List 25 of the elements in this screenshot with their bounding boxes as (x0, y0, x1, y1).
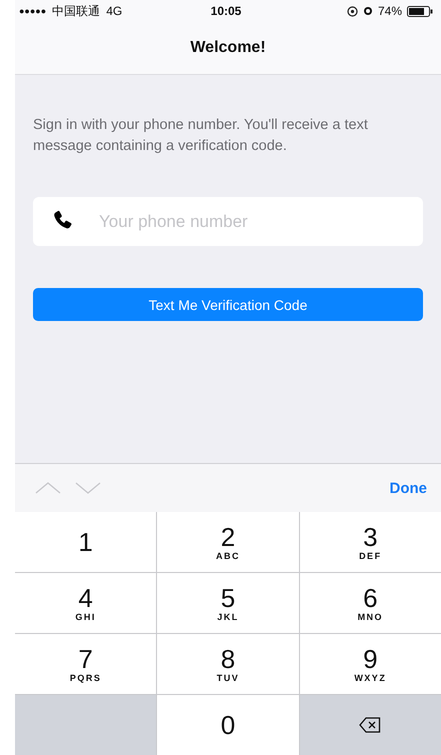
number-key[interactable]: 4 GHI (15, 573, 156, 633)
intro-text: Sign in with your phone number. You'll receive a text message containing a verification code. (33, 116, 369, 156)
next-field-icon[interactable] (75, 482, 101, 494)
previous-field-icon[interactable] (35, 482, 61, 494)
number-key[interactable]: 9 WXYZ (300, 634, 441, 694)
network-type: 4G (106, 4, 122, 18)
number-key[interactable]: 0 (157, 695, 299, 755)
number-key[interactable]: 2 ABC (157, 512, 299, 572)
delete-key[interactable] (300, 695, 441, 755)
battery-icon (407, 6, 434, 16)
carrier-name: 中国联通 (52, 2, 100, 20)
number-key[interactable]: 6 MNO (300, 573, 441, 633)
screen-title: Welcome! (190, 39, 266, 57)
text-verification-code-button[interactable]: Text Me Verification Code (33, 288, 423, 321)
clock-time: 10:05 (210, 4, 242, 18)
number-key[interactable]: 5 JKL (157, 573, 299, 633)
number-key[interactable]: 1 (15, 512, 156, 572)
number-key[interactable]: 7 PQRS (15, 634, 156, 694)
done-button[interactable]: Done (390, 480, 427, 496)
signal-dots: ●●●●● (19, 6, 46, 16)
phone-number-field[interactable]: Your phone number (33, 197, 423, 246)
number-key[interactable]: 8 TUV (157, 634, 299, 694)
battery-percent: 74% (378, 4, 402, 18)
number-key[interactable]: 3 DEF (300, 512, 441, 572)
backspace-icon (359, 717, 382, 733)
